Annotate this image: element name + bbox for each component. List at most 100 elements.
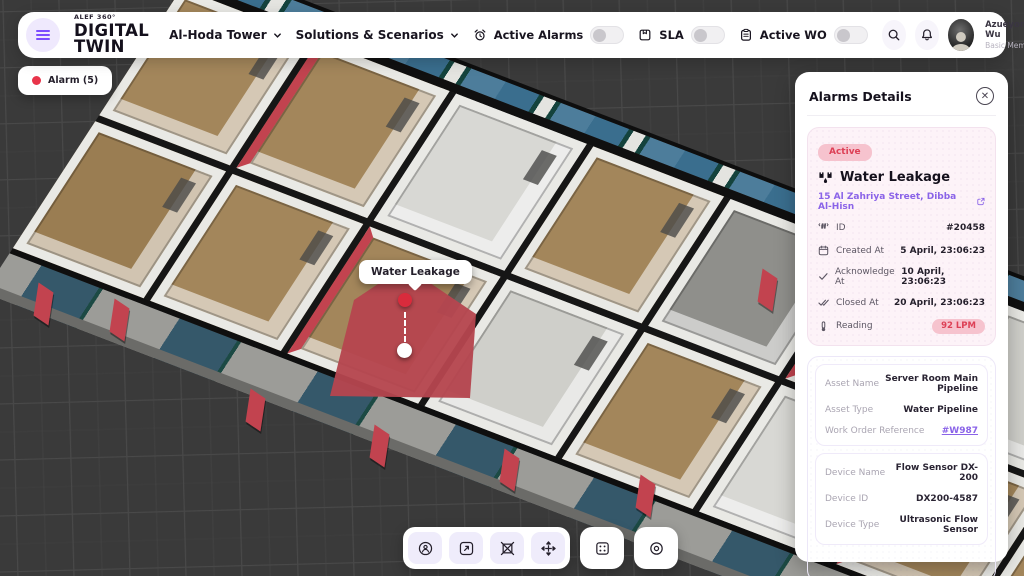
building-selector-label: Al-Hoda Tower xyxy=(169,28,267,42)
row-value: Water Pipeline xyxy=(903,405,978,415)
alarm-closed-row: Closed At 20 April, 23:06:23 xyxy=(818,296,985,310)
solutions-scenarios-dropdown[interactable]: Solutions & Scenarios xyxy=(296,28,459,42)
viewport-toolbar xyxy=(403,527,678,569)
building-selector-dropdown[interactable]: Al-Hoda Tower xyxy=(169,28,282,42)
alarm-title-row: Water Leakage xyxy=(818,170,985,185)
user-avatar[interactable] xyxy=(948,19,974,51)
close-panel-button[interactable]: ✕ xyxy=(976,87,994,105)
leak-marker-tooltip[interactable]: Water Leakage xyxy=(359,260,472,284)
chevron-down-icon xyxy=(450,31,459,40)
row-label: Closed At xyxy=(836,298,879,308)
panel-title: Alarms Details xyxy=(809,89,912,104)
alarm-count-chip[interactable]: Alarm (5) xyxy=(18,66,112,95)
asset-type-row: Asset Type Water Pipeline xyxy=(825,405,978,415)
search-button[interactable] xyxy=(882,20,906,50)
focus-button[interactable] xyxy=(639,532,673,564)
asset-device-card: Asset Name Server Room Main Pipeline Ass… xyxy=(807,356,996,576)
alarm-clock-icon xyxy=(473,28,487,42)
leak-marker-anchor[interactable] xyxy=(397,343,412,358)
device-info-box: Device Name Flow Sensor DX-200 Device ID… xyxy=(815,453,988,545)
menu-button[interactable] xyxy=(26,18,60,52)
focus-group xyxy=(634,527,678,569)
orbit-box-button[interactable] xyxy=(490,532,524,564)
brand-title-text: DIGITAL TWIN xyxy=(74,23,149,56)
view-tools-group xyxy=(403,527,570,569)
alarm-acknowledge-row: Acknowledge At 10 April, 23:06:23 xyxy=(818,267,985,287)
alarm-reading-row: Reading 92 LPM xyxy=(818,319,985,334)
gauge-icon xyxy=(818,321,831,332)
top-navigation-bar: ALEF 360° DIGITAL TWIN Al-Hoda Tower Sol… xyxy=(18,12,1006,58)
row-label: ID xyxy=(836,223,846,233)
check-icon xyxy=(818,271,830,282)
alarm-summary-card: Active Water Leakage 15 Al Zahriya Stree… xyxy=(807,127,996,346)
bell-icon xyxy=(920,28,934,42)
alarm-name: Water Leakage xyxy=(840,170,950,185)
hamburger-icon xyxy=(36,34,50,36)
notifications-button[interactable] xyxy=(915,20,939,50)
leak-marker-pin[interactable] xyxy=(398,293,412,307)
row-label: Created At xyxy=(836,246,884,256)
alarms-details-panel: Alarms Details ✕ Active Water Leakage 15… xyxy=(795,72,1008,562)
device-id-row: Device ID DX200-4587 xyxy=(825,494,978,504)
leak-marker-line xyxy=(404,312,406,342)
device-name-row: Device Name Flow Sensor DX-200 xyxy=(825,463,978,483)
row-value: 10 April, 23:06:23 xyxy=(901,267,985,287)
orbit-box-icon xyxy=(499,540,516,557)
sla-book-icon xyxy=(638,28,652,42)
work-order-link[interactable]: #W987 xyxy=(942,426,978,436)
calendar-icon xyxy=(818,245,831,256)
panel-header: Alarms Details ✕ xyxy=(807,85,996,116)
split-view-button[interactable] xyxy=(585,532,619,564)
work-order-row: Work Order Reference #W987 xyxy=(825,426,978,436)
switch-knob xyxy=(593,29,606,42)
user-name: Azueyon U. Wu xyxy=(985,20,1024,41)
device-type-row: Device Type Ultrasonic Flow Sensor xyxy=(825,515,978,535)
active-wo-switch[interactable] xyxy=(834,26,868,44)
water-leak-pipe-icon xyxy=(818,170,833,185)
pan-move-icon xyxy=(540,540,557,557)
row-value: Server Room Main Pipeline xyxy=(879,374,978,394)
double-check-icon xyxy=(818,297,831,308)
active-alarms-toggle-group: Active Alarms xyxy=(473,26,625,44)
brand-small-text: ALEF 360° xyxy=(74,14,149,21)
row-value: Flow Sensor DX-200 xyxy=(885,463,978,483)
sla-switch[interactable] xyxy=(691,26,725,44)
person-view-icon xyxy=(417,540,434,557)
active-wo-label: Active WO xyxy=(760,28,827,42)
split-view-group xyxy=(580,527,624,569)
row-value: #20458 xyxy=(946,223,985,233)
switch-knob xyxy=(694,29,707,42)
user-role: Basic Member xyxy=(985,41,1024,50)
active-alarms-label: Active Alarms xyxy=(494,28,584,42)
split-view-icon xyxy=(594,540,611,557)
pan-button[interactable] xyxy=(531,532,565,564)
topbar-right-cluster: Azueyon U. Wu Basic Member xyxy=(882,19,1024,51)
person-portrait-icon xyxy=(948,29,974,51)
work-order-clipboard-icon xyxy=(739,28,753,42)
sla-label: SLA xyxy=(659,28,684,42)
expand-view-button[interactable] xyxy=(449,532,483,564)
alarm-id-row: ID #20458 xyxy=(818,221,985,235)
asset-name-row: Asset Name Server Room Main Pipeline xyxy=(825,374,978,394)
row-value: 5 April, 23:06:23 xyxy=(900,246,985,256)
switch-knob xyxy=(837,29,850,42)
alarm-location-link[interactable]: 15 Al Zahriya Street, Dibba Al-Hisn xyxy=(818,192,985,212)
row-label: Acknowledge At xyxy=(835,267,901,287)
brand-logo: ALEF 360° DIGITAL TWIN xyxy=(74,14,149,56)
chevron-down-icon xyxy=(273,31,282,40)
external-link-icon xyxy=(977,197,985,206)
row-label: Device ID xyxy=(825,494,868,504)
person-view-button[interactable] xyxy=(408,532,442,564)
reading-badge: 92 LPM xyxy=(932,319,985,334)
user-meta: Azueyon U. Wu Basic Member xyxy=(985,20,1024,51)
expand-icon xyxy=(458,540,475,557)
active-alarms-switch[interactable] xyxy=(590,26,624,44)
status-badge: Active xyxy=(818,144,872,161)
alarm-created-row: Created At 5 April, 23:06:23 xyxy=(818,244,985,258)
row-value: DX200-4587 xyxy=(916,494,978,504)
row-label: Asset Type xyxy=(825,405,873,415)
app-window: Water Leakage Alarm (5) ALEF 360° DIGITA… xyxy=(0,0,1024,576)
row-value: Ultrasonic Flow Sensor xyxy=(879,515,978,535)
row-label: Device Name xyxy=(825,468,885,478)
search-icon xyxy=(887,28,901,42)
